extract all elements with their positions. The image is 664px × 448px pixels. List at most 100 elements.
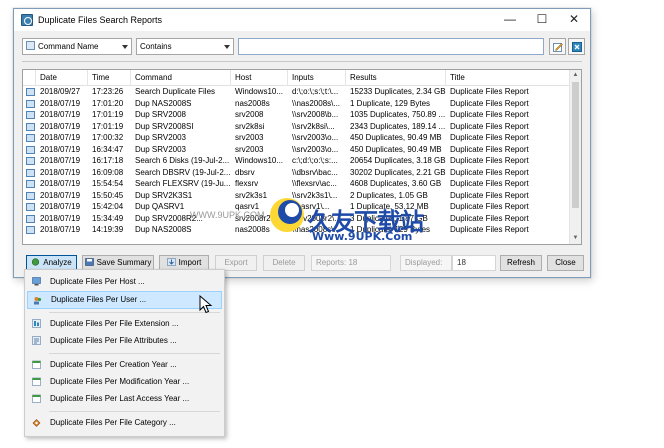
menu-separator: [49, 411, 220, 412]
menu-item-label: Duplicate Files Per Modification Year ..…: [50, 377, 190, 386]
report-icon: [26, 226, 35, 234]
file-extension-icon: [32, 319, 41, 328]
vertical-scrollbar[interactable]: ▲ ▼: [569, 70, 581, 244]
table-header: Date Time Command Host Inputs Results Ti…: [23, 70, 571, 86]
table-cell: 2018/07/19: [40, 133, 81, 142]
table-row[interactable]: 2018/07/19 17:01:20 Dup NAS2008S nas2008s \\…: [23, 98, 569, 110]
column-header[interactable]: Results: [346, 70, 446, 86]
refresh-button[interactable]: Refresh: [500, 255, 542, 271]
watermark-logo-icon: [270, 198, 304, 232]
menu-item-per-creation-year[interactable]: Duplicate Files Per Creation Year ...: [27, 356, 222, 374]
table-row[interactable]: 2018/07/19 16:34:47 Dup SRV2003 srv2003 \\sr…: [23, 144, 569, 156]
table-cell: srv2003: [235, 144, 264, 154]
table-cell: 450 Duplicates, 90.49 MB: [350, 133, 442, 142]
table-cell: Search FLEXSRV (19-Ju...: [135, 179, 231, 188]
filter-row: Command Name Contains: [22, 38, 585, 55]
table-cell: Dup SRV2003: [135, 133, 186, 142]
report-icon: [26, 111, 35, 119]
table-row[interactable]: 2018/07/19 17:01:19 Dup SRV2008 srv2008 \\sr…: [23, 109, 569, 121]
filter-value-input[interactable]: [238, 38, 544, 55]
table-cell: 2018/07/19: [40, 167, 81, 177]
menu-item-per-category[interactable]: Duplicate Files Per File Category ...: [27, 414, 222, 432]
menu-item-per-modification-year[interactable]: Duplicate Files Per Modification Year ..…: [27, 373, 222, 391]
close-window-button[interactable]: ✕: [558, 9, 590, 29]
table-row[interactable]: 2018/07/19 17:01:19 Dup SRV2008SI srv2k8si \…: [23, 121, 569, 133]
table-cell: 17:01:19: [92, 121, 124, 131]
column-header[interactable]: Time: [88, 70, 131, 86]
table-cell: 17:01:19: [92, 110, 124, 119]
table-cell: 16:34:47: [92, 144, 124, 154]
scroll-thumb[interactable]: [572, 82, 579, 208]
table-row[interactable]: 2018/07/19 17:00:32 Dup SRV2003 srv2003 \\sr…: [23, 132, 569, 144]
watermark-url: Www.9UPK.Com: [312, 230, 413, 243]
delete-button[interactable]: Delete: [263, 255, 305, 271]
field-select-value: Command Name: [38, 42, 99, 51]
icon-column-header[interactable]: [23, 70, 36, 86]
field-icon: [26, 41, 35, 50]
edit-filter-button[interactable]: [549, 38, 566, 55]
menu-item-label: Duplicate Files Per File Attributes ...: [50, 336, 177, 345]
report-icon: [26, 157, 35, 165]
minimize-button[interactable]: —: [494, 9, 526, 29]
table-cell: 15:54:54: [92, 179, 124, 188]
export-label: Export: [224, 258, 248, 267]
import-icon: [166, 258, 176, 266]
table-cell: Duplicate Files Report: [450, 110, 529, 119]
column-header[interactable]: Command: [131, 70, 231, 86]
table-cell: Windows10...: [235, 156, 284, 165]
close-button[interactable]: Close: [547, 255, 584, 271]
table-cell: srv2003: [235, 133, 264, 142]
scroll-up-icon[interactable]: ▲: [570, 70, 581, 81]
title-bar[interactable]: Duplicate Files Search Reports — ☐ ✕: [14, 9, 590, 31]
table-cell: 2018/07/19: [40, 190, 81, 200]
column-header[interactable]: Title: [446, 70, 571, 86]
table-cell: 14:19:39: [92, 225, 124, 234]
table-cell: \\flexsrv\ac...: [292, 179, 337, 188]
mouse-cursor-icon: [199, 295, 213, 314]
table-cell: \\dbsrv\bac...: [292, 167, 338, 177]
table-cell: Duplicate Files Report: [450, 144, 529, 154]
table-cell: 15:50:45: [92, 190, 124, 200]
table-cell: Duplicate Files Report: [450, 190, 529, 200]
table-cell: Search DBSRV (19-Jul-2...: [135, 167, 231, 177]
table-cell: 1035 Duplicates, 750.89 ...: [350, 110, 446, 119]
scroll-down-icon[interactable]: ▼: [570, 233, 581, 244]
table-cell: Dup SRV2008SI: [135, 121, 194, 131]
table-cell: 2018/07/19: [40, 179, 81, 188]
maximize-button[interactable]: ☐: [526, 9, 558, 29]
menu-item-per-last-access-year[interactable]: Duplicate Files Per Last Access Year ...: [27, 390, 222, 408]
table-cell: 15:34:49: [92, 213, 124, 223]
table-row[interactable]: 2018/07/19 15:54:54 Search FLEXSRV (19-Ju.…: [23, 178, 569, 190]
menu-item-label: Duplicate Files Per Creation Year ...: [50, 360, 177, 369]
field-select[interactable]: Command Name: [22, 38, 132, 55]
menu-item-per-extension[interactable]: Duplicate Files Per File Extension ...: [27, 315, 222, 333]
analyze-label: Analyze: [43, 258, 72, 267]
report-icon: [26, 168, 35, 177]
table-cell: 2018/07/19: [40, 110, 81, 119]
table-cell: 16:17:18: [92, 156, 124, 165]
table-row[interactable]: 2018/07/19 16:17:18 Search 6 Disks (19-Jul…: [23, 155, 569, 167]
clear-filter-button[interactable]: [568, 38, 585, 55]
operator-select[interactable]: Contains: [136, 38, 234, 55]
table-row[interactable]: 2018/09/27 17:23:26 Search Duplicate Files…: [23, 86, 569, 98]
menu-item-per-attributes[interactable]: Duplicate Files Per File Attributes ...: [27, 332, 222, 350]
column-header[interactable]: Date: [36, 70, 88, 86]
table-cell: flexsrv: [235, 179, 259, 188]
table-cell: Dup SRV2008: [135, 110, 186, 119]
report-icon: [26, 180, 35, 188]
table-cell: 20654 Duplicates, 3.18 GB: [350, 156, 446, 165]
table-cell: Duplicate Files Report: [450, 213, 529, 223]
host-icon: [32, 277, 41, 286]
menu-item-per-user[interactable]: Duplicate Files Per User ...: [27, 291, 222, 309]
report-icon: [26, 99, 35, 108]
menu-item-label: Duplicate Files Per File Extension ...: [50, 319, 179, 328]
table-cell: Duplicate Files Report: [450, 98, 529, 108]
column-header[interactable]: Host: [231, 70, 288, 86]
table-cell: 2018/07/19: [40, 144, 81, 154]
edit-icon: [553, 43, 563, 52]
menu-item-per-host[interactable]: Duplicate Files Per Host ...: [27, 273, 222, 291]
table-row[interactable]: 2018/07/19 16:09:08 Search DBSRV (19-Jul-2…: [23, 167, 569, 179]
table-cell: \\nas2008s\...: [292, 98, 341, 108]
column-header[interactable]: Inputs: [288, 70, 346, 86]
report-icon: [26, 214, 35, 223]
